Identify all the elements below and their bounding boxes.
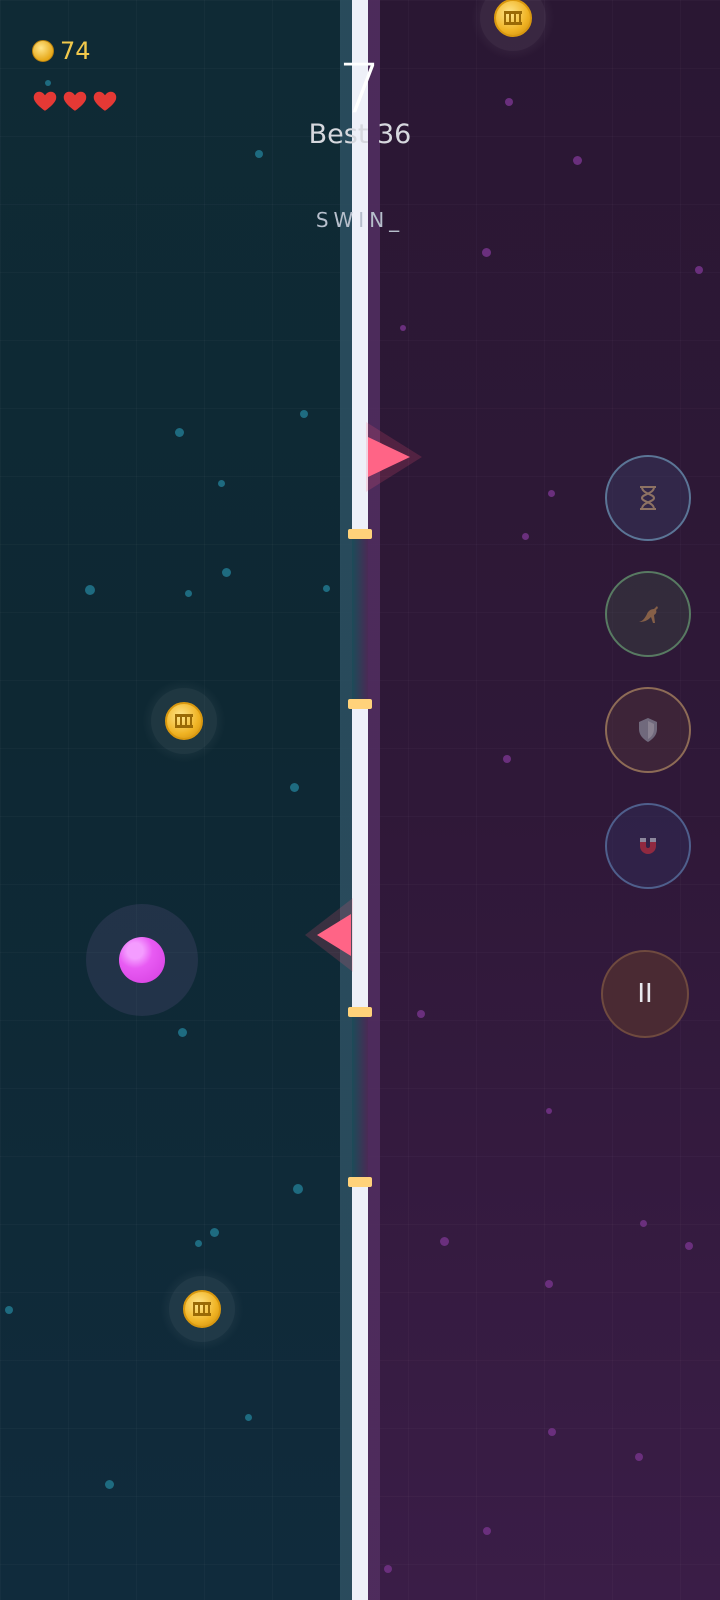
wall-gap-edge xyxy=(348,529,372,539)
particle xyxy=(384,1565,392,1573)
particle xyxy=(5,1306,13,1314)
kangaroo-icon xyxy=(639,606,658,623)
shield-button[interactable] xyxy=(605,687,691,773)
particle xyxy=(548,490,555,497)
particle xyxy=(105,1480,114,1489)
particle xyxy=(175,428,184,437)
particle xyxy=(548,1428,556,1436)
right-lane-background xyxy=(340,0,720,1600)
particle xyxy=(685,1242,693,1250)
coin-pickup xyxy=(160,1267,244,1351)
particle xyxy=(695,266,703,274)
particle xyxy=(573,156,582,165)
particle xyxy=(440,1237,449,1246)
wall-gap xyxy=(352,532,368,702)
particle xyxy=(218,480,225,487)
wall-segment xyxy=(352,1178,368,1600)
coin-pickup xyxy=(142,679,226,763)
spike-hazard-left xyxy=(305,898,353,972)
shield-icon xyxy=(639,718,657,742)
particle xyxy=(185,590,192,597)
player-ball xyxy=(119,937,165,983)
particle xyxy=(293,1184,303,1194)
particle xyxy=(546,1108,552,1114)
particle xyxy=(222,568,231,577)
pause-button[interactable]: II xyxy=(601,950,689,1038)
wall-segment xyxy=(352,702,368,1008)
wall-gap-edge xyxy=(348,1007,372,1017)
particle xyxy=(300,410,308,418)
particle xyxy=(635,1453,643,1461)
spike-hazard-right xyxy=(366,422,422,492)
wall-gap-edge xyxy=(348,699,372,709)
hourglass-icon xyxy=(640,486,656,510)
best-score: Best 36 xyxy=(308,119,412,150)
particle xyxy=(400,325,406,331)
wall-gap-edge xyxy=(348,1177,372,1187)
particle xyxy=(545,1280,553,1288)
magnet-icon xyxy=(640,838,656,854)
particle xyxy=(245,1414,252,1421)
particle xyxy=(210,1228,219,1237)
wall-gap xyxy=(352,1008,368,1178)
magnet-button[interactable] xyxy=(605,803,691,889)
jump-button[interactable] xyxy=(605,571,691,657)
pause-icon: II xyxy=(637,979,653,1009)
particle xyxy=(640,1220,647,1227)
particle xyxy=(417,1010,425,1018)
particle xyxy=(483,1527,491,1535)
particle xyxy=(503,755,511,763)
particle xyxy=(290,783,299,792)
particle xyxy=(85,585,95,595)
left-lane-background xyxy=(0,0,340,1600)
particle xyxy=(178,1028,187,1037)
typing-text: SWIN_ xyxy=(315,208,405,232)
particle xyxy=(195,1240,202,1247)
slow-time-button[interactable] xyxy=(605,455,691,541)
particle xyxy=(482,248,491,257)
particle xyxy=(522,533,529,540)
particle xyxy=(323,585,330,592)
